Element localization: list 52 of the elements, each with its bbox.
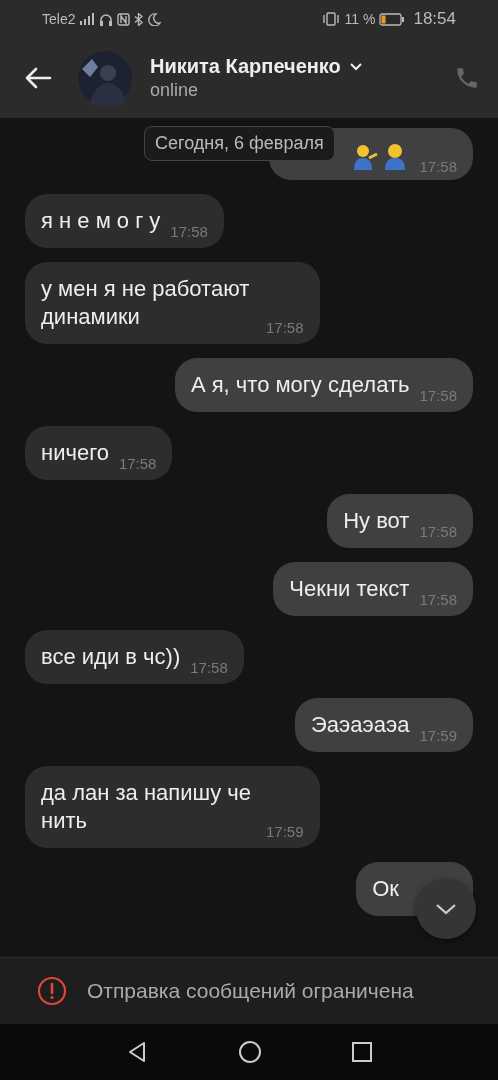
moon-icon <box>148 12 162 26</box>
message-time: 17:58 <box>419 387 457 405</box>
message-time: 17:58 <box>266 319 304 337</box>
message-time: 17:59 <box>419 727 457 745</box>
contact-status: online <box>150 80 200 101</box>
message-time: 17:58 <box>118 455 157 473</box>
message-time: 17:58 <box>419 523 457 541</box>
chevron-down-icon[interactable] <box>348 62 363 71</box>
message-text: Эаэаэаэа <box>311 711 410 739</box>
back-button[interactable] <box>24 66 52 90</box>
message-bubble[interactable]: А я, что могу сделать 17:58 <box>174 358 473 412</box>
message-text: Ну вот <box>343 507 410 535</box>
home-nav-icon[interactable] <box>238 1040 262 1064</box>
message-bubble[interactable]: Чекни текст 17:58 <box>273 562 473 616</box>
phone-icon[interactable] <box>454 65 480 91</box>
vibrate-icon <box>320 12 341 26</box>
message-bubble[interactable]: ничего 17:58 <box>25 426 173 480</box>
back-arrow-icon <box>24 66 52 90</box>
clock-time: 18:54 <box>413 9 456 29</box>
message-bubble[interactable]: у мен я не работают динамики 17:58 <box>25 262 320 344</box>
contact-name[interactable]: Никита Карпеченко <box>150 55 341 78</box>
message-bubble[interactable]: Ну вот 17:58 <box>327 494 473 548</box>
message-text: А я, что могу сделать <box>190 371 410 399</box>
chevron-down-icon <box>434 902 458 916</box>
message-bubble[interactable]: я н е м о г у 17:58 <box>25 194 224 248</box>
message-bubble[interactable]: да лан за напишу че нить 17:59 <box>25 766 320 848</box>
message-text: да лан за напишу че нить <box>41 779 252 835</box>
restriction-notice: Отправка сообщений ограничена <box>87 979 414 1003</box>
message-text: у мен я не работают динамики <box>41 275 251 331</box>
message-text: ничего <box>41 439 109 467</box>
battery-icon <box>379 12 406 26</box>
message-time: 17:58 <box>419 158 457 176</box>
recents-nav-icon[interactable] <box>351 1041 374 1063</box>
warning-icon <box>37 976 67 1006</box>
message-text: все иди в чс)) <box>41 643 181 671</box>
battery-percent: 11 % <box>344 11 376 27</box>
message-text: Ок <box>372 875 399 903</box>
floating-date-toast: Сегодня, 6 февраля <box>144 126 335 161</box>
signal-icon <box>79 13 96 25</box>
message-time: 17:59 <box>266 823 304 841</box>
message-bubble[interactable]: все иди в чс)) 17:58 <box>25 630 244 684</box>
message-text: Чекни текст <box>289 575 410 603</box>
message-time: 17:58 <box>190 659 228 677</box>
message-time: 17:58 <box>419 591 457 609</box>
message-time: 17:58 <box>170 223 208 241</box>
avatar[interactable] <box>78 51 132 105</box>
nfc-icon <box>117 12 131 26</box>
bluetooth-icon <box>134 12 145 26</box>
carrier-name: Tele2 <box>42 11 76 27</box>
message-text: я н е м о г у <box>41 207 161 235</box>
message-bubble[interactable]: Эаэаэаэа 17:59 <box>295 698 473 752</box>
headphones-icon <box>99 12 114 26</box>
